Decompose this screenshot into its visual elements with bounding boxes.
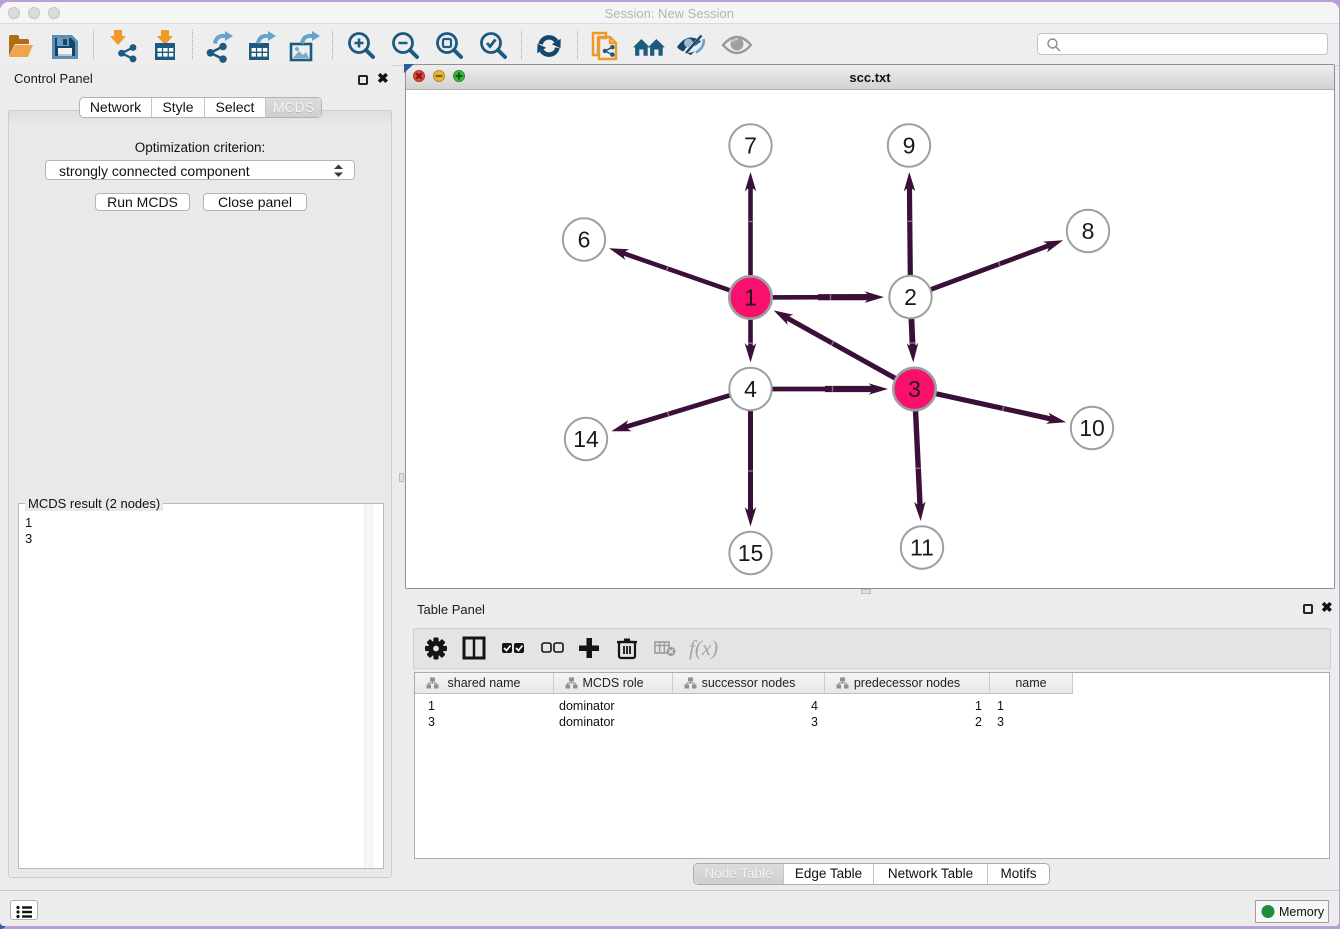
svg-text:1: 1 [744,285,757,311]
svg-text:4: 4 [744,376,757,402]
svg-text:2: 2 [904,284,917,310]
svg-text:14: 14 [573,426,599,452]
svg-text:11: 11 [910,535,934,561]
svg-text:10: 10 [1079,415,1105,441]
svg-text:Memory: Memory [1279,905,1325,919]
svg-text:8: 8 [1082,218,1095,244]
svg-text:f(x): f(x) [689,636,718,660]
svg-text:7: 7 [744,133,757,159]
svg-text:9: 9 [903,133,916,159]
svg-text:15: 15 [738,540,764,566]
svg-text:6: 6 [578,227,591,253]
svg-text:3: 3 [908,376,921,402]
